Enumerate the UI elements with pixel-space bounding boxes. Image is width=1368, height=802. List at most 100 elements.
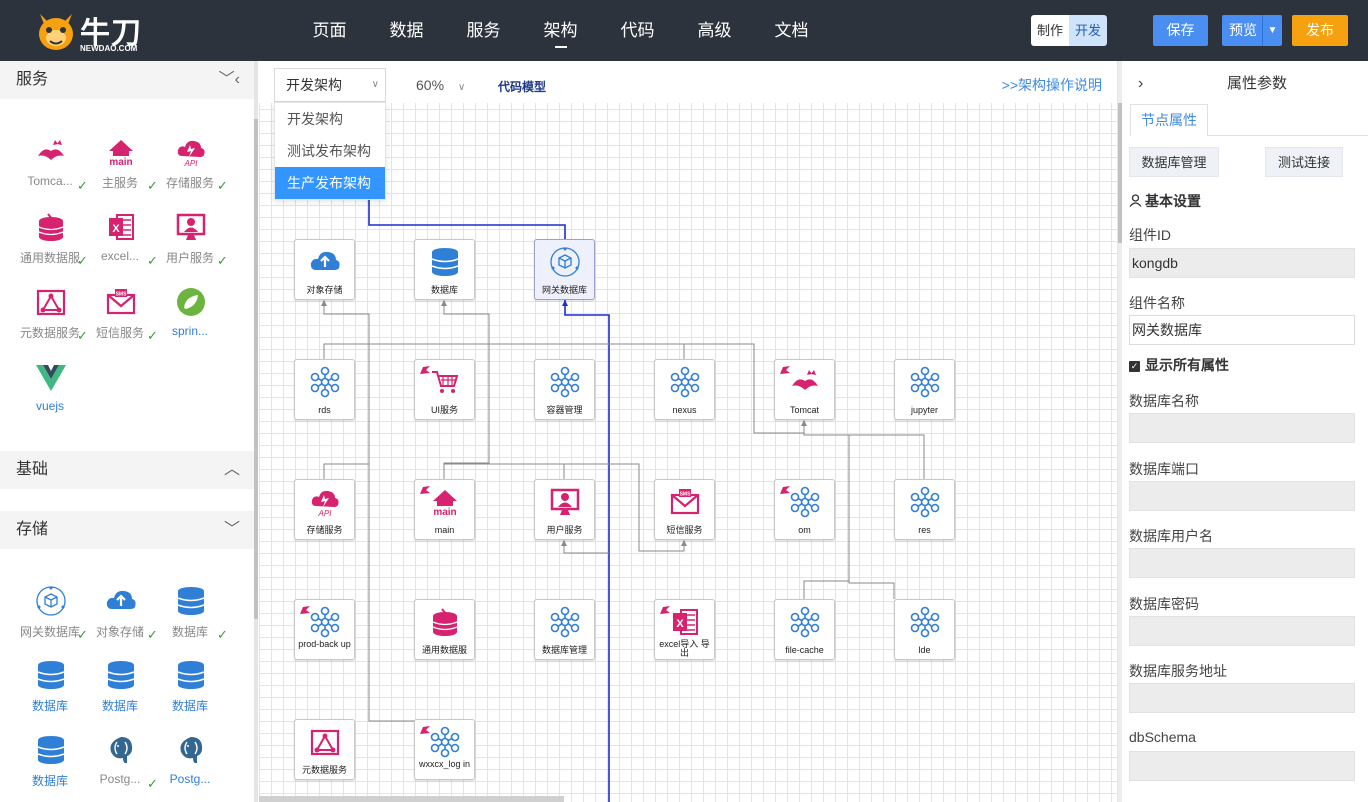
palette-item[interactable]: Postg... [155,734,225,802]
cluster-icon [789,606,821,638]
main-icon: main [429,486,461,518]
palette-item[interactable]: 数据库 [155,659,225,729]
section-service-header[interactable]: 服务 ﹀‹ [0,61,254,99]
architecture-node[interactable]: API 存储服务 [294,479,355,540]
architecture-node[interactable]: 通用数据服 [414,599,475,660]
palette-item[interactable]: vuejs [15,361,85,431]
show-all-properties-checkbox[interactable]: ✓ 显示所有属性 [1129,355,1229,375]
test-connection-button[interactable]: 测试连接 [1265,147,1343,177]
tab-node-properties[interactable]: 节点属性 [1130,104,1208,136]
palette-item[interactable]: main 主服务 ✓ [85,136,158,206]
palette-item[interactable]: 网关数据库 ✓ [15,585,88,655]
architecture-node[interactable]: 数据库管理 [534,599,595,660]
architecture-canvas[interactable]: 对象存储 数据库 网关数据库 rds UI服务 容器管理 nexus Tomcat jupyte… [259,61,1117,802]
nav-advanced[interactable]: 高级 [676,0,753,61]
architecture-node[interactable]: wxxcx_log in [414,719,475,780]
architecture-node[interactable]: Tomcat [774,359,835,420]
logo[interactable]: 牛刀 NEWDAO.COM [34,8,144,54]
nav-code[interactable]: 代码 [599,0,676,61]
component-id-field[interactable]: kongdb [1129,248,1355,278]
architecture-node[interactable]: jupyter [894,359,955,420]
mode-make-button[interactable]: 制作 [1031,15,1070,46]
architecture-node[interactable]: 元数据服务 [294,719,355,780]
dropdown-option-test[interactable]: 测试发布架构 [275,135,385,167]
property-input[interactable] [1129,615,1355,646]
section-base-header[interactable]: 基础 ︿ [0,451,254,489]
property-input[interactable] [1129,413,1355,443]
palette-item[interactable]: 数据库 ✓ [155,585,228,655]
publish-button[interactable]: 发布 [1292,15,1348,46]
connection-line [563,540,609,554]
nav-service[interactable]: 服务 [445,0,522,61]
architecture-node[interactable]: file-cache [774,599,835,660]
architecture-node[interactable]: 用户服务 [534,479,595,540]
nav-data[interactable]: 数据 [368,0,445,61]
property-input[interactable] [1129,548,1355,578]
node-label: om [798,525,811,535]
collapse-icon[interactable]: ﹀‹ [219,61,240,99]
palette-item[interactable]: 数据库 [15,659,85,729]
chevron-right-icon[interactable]: › [1138,61,1143,107]
property-input[interactable] [1129,750,1355,781]
palette-item[interactable]: SMS 短信服务 ✓ [85,286,158,356]
canvas-horizontal-scrollbar[interactable] [259,796,564,802]
palette-item[interactable]: Postg... ✓ [85,734,158,802]
save-button[interactable]: 保存 [1153,15,1208,46]
right-scrollbar[interactable] [1118,61,1122,802]
architecture-node[interactable]: 对象存储 [294,239,355,300]
palette-item[interactable]: API 存储服务 ✓ [155,136,228,206]
architecture-node[interactable]: 容器管理 [534,359,595,420]
palette-item-label: 存储服务 [165,176,214,190]
palette-item[interactable]: 通用数据服 ✓ [15,211,88,281]
architecture-node[interactable]: lde [894,599,955,660]
palette-item[interactable]: 数据库 [15,734,85,802]
left-scrollbar-thumb[interactable] [254,119,258,619]
architecture-node[interactable]: prod-back up [294,599,355,660]
chevron-up-icon[interactable]: ︿ [224,451,240,489]
zoom-select[interactable]: 60% ∨ [416,68,465,105]
property-input[interactable] [1129,480,1355,511]
db-manage-button[interactable]: 数据库管理 [1129,147,1219,177]
node-label: nexus [672,405,697,415]
architecture-node[interactable]: UI服务 [414,359,475,420]
architecture-node[interactable]: om [774,479,835,540]
preview-button[interactable]: 预览 ▼ [1222,15,1282,46]
palette-item[interactable]: Xexcel... ✓ [85,211,158,281]
architecture-node[interactable]: rds [294,359,355,420]
architecture-node[interactable]: 网关数据库 [534,239,595,300]
left-scrollbar[interactable] [254,61,258,802]
palette-item[interactable]: sprin... [155,286,225,356]
chevron-down-icon[interactable]: ﹀ [224,511,240,549]
property-input[interactable] [1129,683,1355,713]
node-label: 通用数据服 [421,645,467,655]
node-label: UI服务 [430,405,458,415]
architecture-help-link[interactable]: >>架构操作说明 [1002,75,1102,95]
section-storage-header[interactable]: 存储 ﹀ [0,511,254,549]
architecture-node[interactable]: nexus [654,359,715,420]
component-name-field[interactable]: 网关数据库 [1129,315,1355,345]
architecture-select[interactable]: 开发架构 ∨ [274,68,386,102]
architecture-node[interactable]: SMS 短信服务 [654,479,715,540]
dropdown-option-prod[interactable]: 生产发布架构 [275,167,385,199]
code-model-link[interactable]: 代码模型 [498,78,546,95]
nav-docs[interactable]: 文档 [753,0,830,61]
architecture-node[interactable]: 数据库 [414,239,475,300]
palette-item[interactable]: 用户服务 ✓ [155,211,228,281]
chevron-down-icon: ∨ [371,79,379,90]
tab-divider [1208,135,1368,136]
preview-dropdown-icon[interactable]: ▼ [1262,15,1282,46]
architecture-node[interactable]: res [894,479,955,540]
palette-item[interactable]: Tomca... ✓ [15,136,88,206]
palette-item[interactable]: 元数据服务 ✓ [15,286,88,356]
nav-architecture[interactable]: 架构 [522,0,599,61]
architecture-node[interactable]: main main [414,479,475,540]
palette-item[interactable]: 数据库 [85,659,155,729]
dropdown-option-dev[interactable]: 开发架构 [275,103,385,135]
right-scrollbar-thumb[interactable] [1118,103,1122,243]
mode-dev-button[interactable]: 开发 [1069,15,1108,46]
connection-line [323,463,369,479]
nav-page[interactable]: 页面 [291,0,368,61]
node-label: 对象存储 [306,285,343,295]
architecture-node[interactable]: Xexcel导入 导出 [654,599,715,660]
palette-item[interactable]: 对象存储 ✓ [85,585,158,655]
